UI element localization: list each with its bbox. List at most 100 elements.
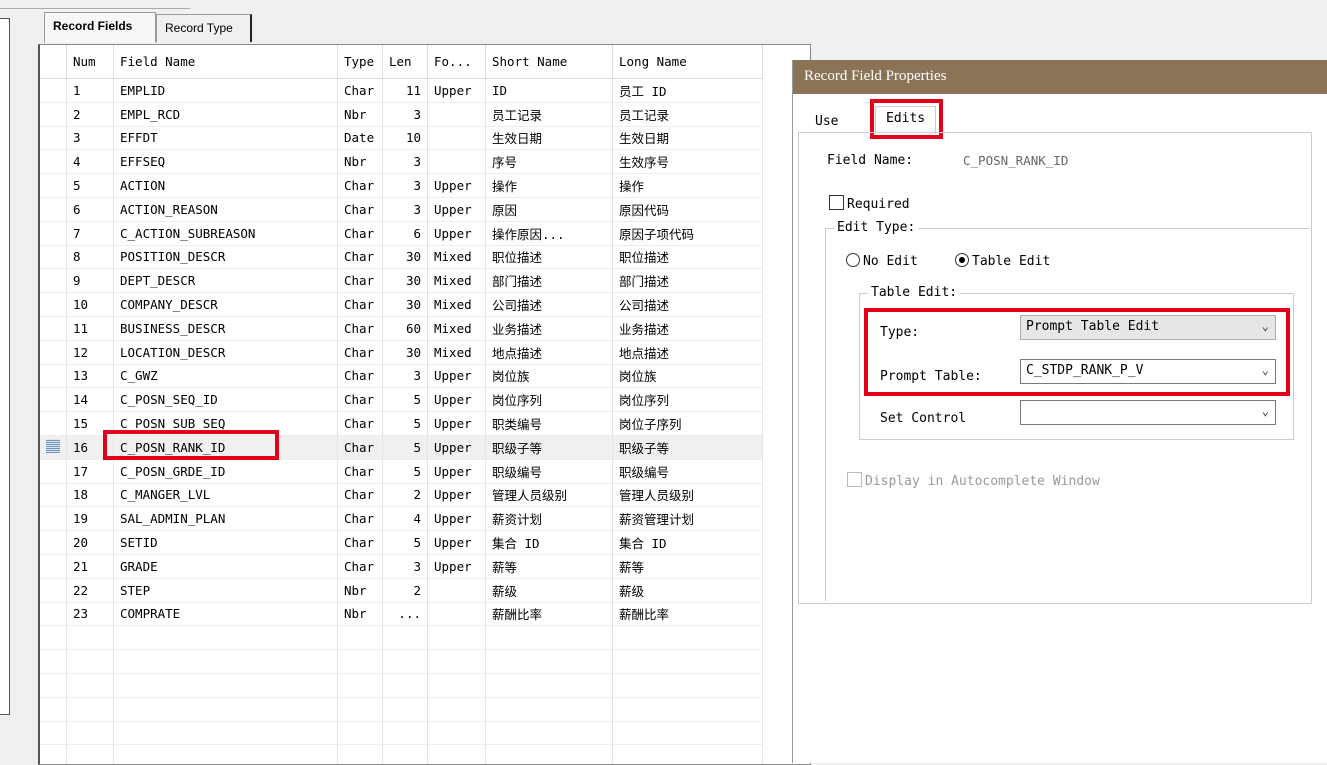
cell-long-name[interactable]: 职位描述: [612, 245, 763, 270]
cell-short-name[interactable]: 职类编号: [485, 411, 613, 436]
cell-format[interactable]: [427, 126, 486, 151]
cell-long-name[interactable]: 部门描述: [612, 268, 763, 294]
cell-long-name[interactable]: 职级编号: [612, 459, 763, 484]
cell-format[interactable]: Mixed: [427, 245, 486, 270]
cell-type[interactable]: Char: [337, 340, 383, 365]
cell-type[interactable]: Nbr: [337, 149, 383, 175]
cell-field-name[interactable]: ACTION: [113, 173, 338, 198]
cell-format[interactable]: Upper: [427, 483, 486, 508]
cell-len[interactable]: 3: [382, 364, 428, 389]
cell-field-name[interactable]: EFFDT: [113, 126, 338, 151]
cell-len[interactable]: 3: [382, 102, 428, 127]
col-header-long-name[interactable]: Long Name: [612, 45, 763, 79]
table-row[interactable]: 14 C_POSN_SEQ_ID Char 5 Upper 岗位序列 岗位序列: [40, 387, 763, 413]
tab-record-fields[interactable]: Record Fields: [44, 12, 156, 43]
cell-num[interactable]: 13: [66, 364, 114, 389]
table-row[interactable]: 1 EMPLID Char 11 Upper ID 员工 ID: [40, 78, 763, 103]
no-edit-radio[interactable]: No Edit: [846, 253, 918, 269]
cell-format[interactable]: Upper: [427, 387, 486, 413]
radio-circle[interactable]: [846, 253, 860, 267]
cell-type[interactable]: Char: [337, 292, 383, 317]
table-row[interactable]: 20 SETID Char 5 Upper 集合 ID 集合 ID: [40, 530, 763, 555]
cell-long-name[interactable]: 岗位子序列: [612, 411, 763, 436]
cell-type[interactable]: Char: [337, 554, 383, 579]
cell-len[interactable]: 3: [382, 149, 428, 175]
cell-format[interactable]: Upper: [427, 435, 486, 460]
table-row[interactable]: 8 POSITION_DESCR Char 30 Mixed 职位描述 职位描述: [40, 245, 763, 270]
cell-type[interactable]: Nbr: [337, 602, 383, 627]
cell-num[interactable]: 1: [66, 78, 114, 103]
cell-type[interactable]: Char: [337, 435, 383, 460]
cell-num[interactable]: 18: [66, 483, 114, 508]
cell-format[interactable]: Mixed: [427, 292, 486, 317]
cell-len[interactable]: 11: [382, 78, 428, 103]
col-header-num[interactable]: Num: [66, 45, 114, 79]
row-selector[interactable]: [40, 292, 67, 317]
cell-format[interactable]: Upper: [427, 197, 486, 222]
cell-long-name[interactable]: 薪级: [612, 578, 763, 603]
cell-type[interactable]: Char: [337, 221, 383, 246]
cell-len[interactable]: 10: [382, 126, 428, 151]
cell-format[interactable]: [427, 102, 486, 127]
cell-field-name[interactable]: STEP: [113, 578, 338, 603]
cell-format[interactable]: Mixed: [427, 268, 486, 294]
table-row[interactable]: 11 BUSINESS_DESCR Char 60 Mixed 业务描述 业务描述: [40, 316, 763, 341]
cell-short-name[interactable]: 地点描述: [485, 340, 613, 365]
cell-long-name[interactable]: 薪等: [612, 554, 763, 579]
col-header-field-name[interactable]: Field Name: [113, 45, 338, 79]
cell-long-name[interactable]: 地点描述: [612, 340, 763, 365]
table-row[interactable]: 2 EMPL_RCD Nbr 3 员工记录 员工记录: [40, 102, 763, 127]
cell-type[interactable]: Char: [337, 316, 383, 341]
row-selector[interactable]: [40, 387, 67, 413]
cell-type[interactable]: Char: [337, 506, 383, 532]
cell-long-name[interactable]: 集合 ID: [612, 530, 763, 555]
cell-format[interactable]: Upper: [427, 364, 486, 389]
row-selector[interactable]: [40, 578, 67, 603]
cell-type[interactable]: Char: [337, 245, 383, 270]
cell-long-name[interactable]: 薪资管理计划: [612, 506, 763, 532]
cell-format[interactable]: Mixed: [427, 340, 486, 365]
cell-num[interactable]: 9: [66, 268, 114, 294]
cell-num[interactable]: 6: [66, 197, 114, 222]
cell-type[interactable]: Char: [337, 411, 383, 436]
cell-field-name[interactable]: COMPANY_DESCR: [113, 292, 338, 317]
row-selector[interactable]: [40, 554, 67, 579]
tab-record-type[interactable]: Record Type: [156, 14, 252, 42]
cell-long-name[interactable]: 薪酬比率: [612, 602, 763, 627]
cell-field-name[interactable]: BUSINESS_DESCR: [113, 316, 338, 341]
cell-len[interactable]: ...: [382, 602, 428, 627]
required-checkbox[interactable]: Required: [829, 195, 910, 212]
row-selector[interactable]: [40, 221, 67, 246]
checkbox-box[interactable]: [829, 195, 844, 210]
cell-field-name[interactable]: SAL_ADMIN_PLAN: [113, 506, 338, 532]
cell-type[interactable]: Nbr: [337, 578, 383, 603]
cell-short-name[interactable]: 薪资计划: [485, 506, 613, 532]
cell-num[interactable]: 11: [66, 316, 114, 341]
cell-len[interactable]: 6: [382, 221, 428, 246]
table-row[interactable]: 3 EFFDT Date 10 生效日期 生效日期: [40, 126, 763, 151]
cell-field-name[interactable]: C_POSN_SEQ_ID: [113, 387, 338, 413]
row-selector[interactable]: [40, 149, 67, 175]
cell-len[interactable]: 5: [382, 435, 428, 460]
row-selector[interactable]: [40, 411, 67, 436]
row-selector[interactable]: [40, 483, 67, 508]
cell-format[interactable]: Upper: [427, 554, 486, 579]
cell-type[interactable]: Char: [337, 483, 383, 508]
row-selector[interactable]: [40, 245, 67, 270]
cell-short-name[interactable]: 员工记录: [485, 102, 613, 127]
cell-len[interactable]: 2: [382, 578, 428, 603]
table-row[interactable]: 18 C_MANGER_LVL Char 2 Upper 管理人员级别 管理人员级别: [40, 483, 763, 508]
cell-field-name[interactable]: LOCATION_DESCR: [113, 340, 338, 365]
cell-num[interactable]: 19: [66, 506, 114, 532]
cell-short-name[interactable]: 薪等: [485, 554, 613, 579]
radio-circle-selected[interactable]: [955, 253, 969, 267]
cell-long-name[interactable]: 岗位序列: [612, 387, 763, 413]
cell-type[interactable]: Char: [337, 530, 383, 555]
cell-field-name[interactable]: C_MANGER_LVL: [113, 483, 338, 508]
cell-long-name[interactable]: 生效日期: [612, 126, 763, 151]
table-row[interactable]: 6 ACTION_REASON Char 3 Upper 原因 原因代码: [40, 197, 763, 222]
table-row[interactable]: 19 SAL_ADMIN_PLAN Char 4 Upper 薪资计划 薪资管理计划: [40, 506, 763, 532]
cell-format[interactable]: [427, 578, 486, 603]
col-header-len[interactable]: Len: [382, 45, 428, 79]
cell-field-name[interactable]: C_GWZ: [113, 364, 338, 389]
